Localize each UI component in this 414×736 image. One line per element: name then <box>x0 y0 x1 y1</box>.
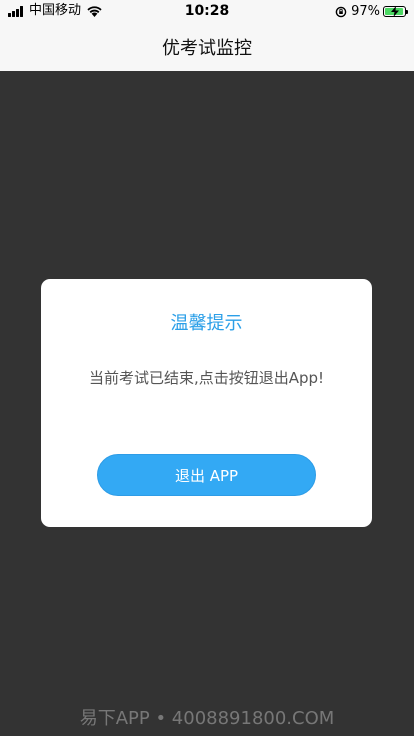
page-title: 优考试监控 <box>162 38 252 59</box>
alert-dialog: 温馨提示 当前考试已结束,点击按钮退出App! 退出 APP <box>41 279 372 527</box>
battery-icon <box>383 6 408 17</box>
status-bar: 中国移动 10:28 97% <box>0 0 414 24</box>
watermark: 易下APP • 4008891800.COM <box>79 708 335 729</box>
dialog-title: 温馨提示 <box>170 313 243 334</box>
exit-app-button[interactable]: 退出 APP <box>97 454 316 496</box>
rotation-lock-icon <box>335 6 347 17</box>
battery-percent: 97% <box>351 4 380 19</box>
dialog-message: 当前考试已结束,点击按钮退出App! <box>88 369 325 387</box>
top-area: 中国移动 10:28 97% 优考试监控 <box>0 0 414 71</box>
status-right: 97% <box>335 4 408 19</box>
